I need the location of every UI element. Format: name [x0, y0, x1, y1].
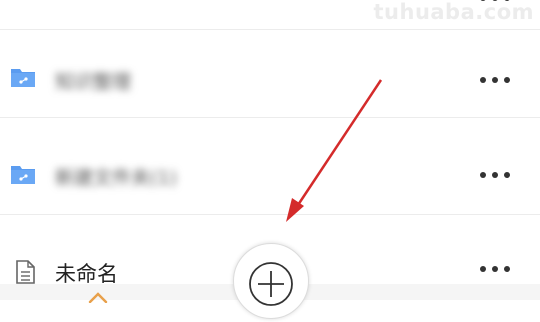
plus-icon — [249, 262, 293, 306]
home-icon[interactable] — [88, 291, 108, 303]
file-name — [55, 5, 61, 27]
more-options-icon[interactable] — [480, 169, 510, 181]
watermark: tuhuaba.com — [373, 0, 534, 24]
more-options-icon[interactable] — [480, 263, 510, 275]
more-options-icon[interactable] — [480, 74, 510, 86]
file-name: 新建文件夹(1) — [55, 167, 177, 189]
add-button[interactable] — [233, 243, 309, 319]
file-name: 知识整理 — [55, 71, 132, 93]
file-row[interactable]: 知识整理 — [0, 30, 540, 118]
document-icon — [16, 260, 35, 284]
folder-icon — [11, 166, 35, 184]
folder-icon — [11, 69, 35, 87]
file-row[interactable]: 新建文件夹(1) — [0, 118, 540, 215]
